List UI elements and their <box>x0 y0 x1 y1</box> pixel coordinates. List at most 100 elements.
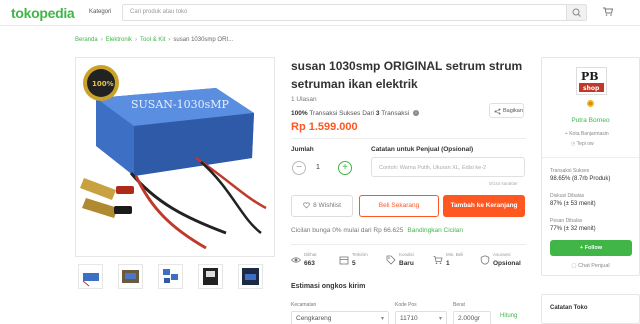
cart-icon[interactable] <box>603 7 613 16</box>
kecamatan-select[interactable]: Cengkareng ▾ <box>291 311 389 324</box>
share-icon <box>494 108 501 115</box>
stat-value: 663 <box>304 260 315 267</box>
kodepos-label: Kode Pos <box>395 302 417 308</box>
chat-label: Chat Penjual <box>578 263 610 269</box>
chevron-down-icon: ▾ <box>380 316 384 322</box>
metric-value: 77% (± 32 menit) <box>550 226 596 232</box>
stat-label: Min. Beli <box>446 252 464 257</box>
divider <box>542 157 639 158</box>
stat-label: Asuransi <box>493 252 511 257</box>
transaction-percent: 100% <box>291 110 308 117</box>
breadcrumb-current: susan 1030smp ORI... <box>173 37 234 43</box>
thumbnail[interactable] <box>238 264 263 289</box>
compare-installment-link[interactable]: Bandingkan Cicilan <box>407 227 463 234</box>
shop-logo-text: PB <box>581 70 599 83</box>
thumbnail-image <box>122 270 139 283</box>
thumbnail[interactable] <box>158 264 183 289</box>
product-main-image[interactable]: SUSAN-1030sMP 100% <box>75 57 275 257</box>
installment-text: Cicilan bunga 0% mulai dari Rp 66.625 <box>291 227 404 234</box>
char-counter: 0/144 karakter <box>489 181 518 186</box>
follow-button[interactable]: + Follow <box>550 240 632 256</box>
shop-logo-image: PB shop <box>577 68 606 94</box>
gold-merchant-medal-icon <box>587 100 594 107</box>
product-title-line: susan 1030smp ORIGINAL setrum strum <box>291 59 523 73</box>
seller-note-label: Catatan untuk Penjual (Opsional) <box>371 146 474 153</box>
breadcrumb-elektronik[interactable]: Elektronik <box>106 37 132 43</box>
product-photo: SUSAN-1030sMP 100% <box>76 58 274 256</box>
breadcrumb-separator: › <box>100 37 103 43</box>
metric-label: Transaksi Sukses <box>550 168 590 174</box>
transaction-text: Transaksi Sukses Dari <box>309 110 375 117</box>
chevron-down-icon: ▾ <box>438 316 442 322</box>
divider <box>291 244 526 245</box>
shield-icon <box>480 255 490 265</box>
stat-label: Kondisi <box>399 252 414 257</box>
tag-icon <box>386 255 396 265</box>
hitung-button[interactable]: Hitung <box>500 313 517 319</box>
shop-location: ⌖ Kota Banjarmasin <box>565 131 609 137</box>
quality-badge: 100% <box>92 80 114 88</box>
thumbnail-image <box>163 269 178 283</box>
search-input[interactable]: Cari produk atau toko <box>130 9 187 15</box>
shop-notes-title: Catatan Toko <box>550 305 588 311</box>
review-count[interactable]: 1 Ulasan <box>291 96 317 103</box>
shop-online-status: ◷ Tepi ow <box>571 141 594 147</box>
info-icon[interactable]: i <box>413 110 419 117</box>
breadcrumb-separator: › <box>135 37 138 43</box>
thumbnail[interactable] <box>118 264 143 289</box>
stat-label: Dilihat <box>304 252 317 257</box>
breadcrumb-tool-kit[interactable]: Tool & Kit <box>140 37 165 43</box>
berat-label: Berat <box>453 302 465 308</box>
stat-value: 5 <box>352 260 356 267</box>
metric-label: Pesan Dibalas <box>550 218 583 224</box>
tokopedia-logo[interactable]: tokopedia <box>11 5 75 21</box>
shop-location-text: Kota Banjarmasin <box>569 131 609 137</box>
shop-name[interactable]: Putra Borneo <box>542 117 639 124</box>
search-icon <box>572 8 581 17</box>
eye-icon <box>291 257 301 263</box>
search-button[interactable] <box>566 5 586 20</box>
shop-notes-card[interactable]: Catatan Toko <box>541 294 640 324</box>
transaction-text: Transaksi <box>381 110 410 117</box>
berat-field[interactable]: 2.000gr <box>453 311 491 324</box>
stat-value: 1 <box>446 260 450 267</box>
buy-now-button[interactable]: Beli Sekarang <box>359 195 439 217</box>
quantity-increase-button[interactable]: + <box>338 161 352 175</box>
kategori-menu[interactable]: Kategori <box>89 9 111 15</box>
berat-value: 2.000gr <box>458 315 481 322</box>
stat-value: Opsional <box>493 260 521 267</box>
shipping-estimate-title: Estimasi ongkos kirim <box>291 283 366 290</box>
wishlist-label: 8 Wishlist <box>313 202 341 209</box>
chat-seller-button[interactable]: ▢ Chat Penjual <box>542 263 639 269</box>
product-price: Rp 1.599.000 <box>291 121 358 133</box>
installment-info: Cicilan bunga 0% mulai dari Rp 66.625 Ban… <box>291 227 463 234</box>
thumbnail[interactable] <box>78 264 103 289</box>
thumbnail-image <box>203 268 218 285</box>
cart-icon <box>433 256 443 265</box>
box-icon <box>339 256 349 265</box>
search-bar[interactable]: Cari produk atau toko <box>122 4 587 21</box>
kodepos-select[interactable]: 11710 ▾ <box>395 311 447 324</box>
share-button[interactable]: Bagikan <box>489 103 524 118</box>
metric-value: 87% (± 53 menit) <box>550 201 596 207</box>
divider <box>291 138 526 139</box>
quantity-decrease-button[interactable]: − <box>292 161 306 175</box>
shop-logo[interactable]: PB shop <box>576 67 607 95</box>
product-title: susan 1030smp ORIGINAL setrum strum setr… <box>291 57 531 93</box>
share-label: Bagikan <box>503 108 523 114</box>
quantity-label: Jumlah <box>291 146 314 153</box>
add-to-cart-button[interactable]: Tambah ke Keranjang <box>443 195 525 217</box>
wishlist-button[interactable]: 8 Wishlist <box>291 195 353 217</box>
device-label: SUSAN-1030sMP <box>131 98 230 111</box>
quantity-value[interactable]: 1 <box>316 164 320 171</box>
kodepos-value: 11710 <box>400 315 418 322</box>
seller-note-input[interactable]: Contoh: Warna Putih, Ukuran XL, Edisi ke… <box>371 157 525 177</box>
metric-label: Diskusi Dibalas <box>550 193 585 199</box>
shop-online-text: Tepi ow <box>576 141 594 147</box>
shop-card: PB shop Putra Borneo ⌖ Kota Banjarmasin … <box>541 57 640 276</box>
breadcrumb: Beranda › Elektronik › Tool & Kit › susan 1030… <box>75 37 233 43</box>
stat-label: Terkirim <box>352 252 368 257</box>
thumbnail[interactable] <box>198 264 223 289</box>
metric-value: 98.65% (8.7rb Produk) <box>550 176 611 182</box>
breadcrumb-beranda[interactable]: Beranda <box>75 37 98 43</box>
